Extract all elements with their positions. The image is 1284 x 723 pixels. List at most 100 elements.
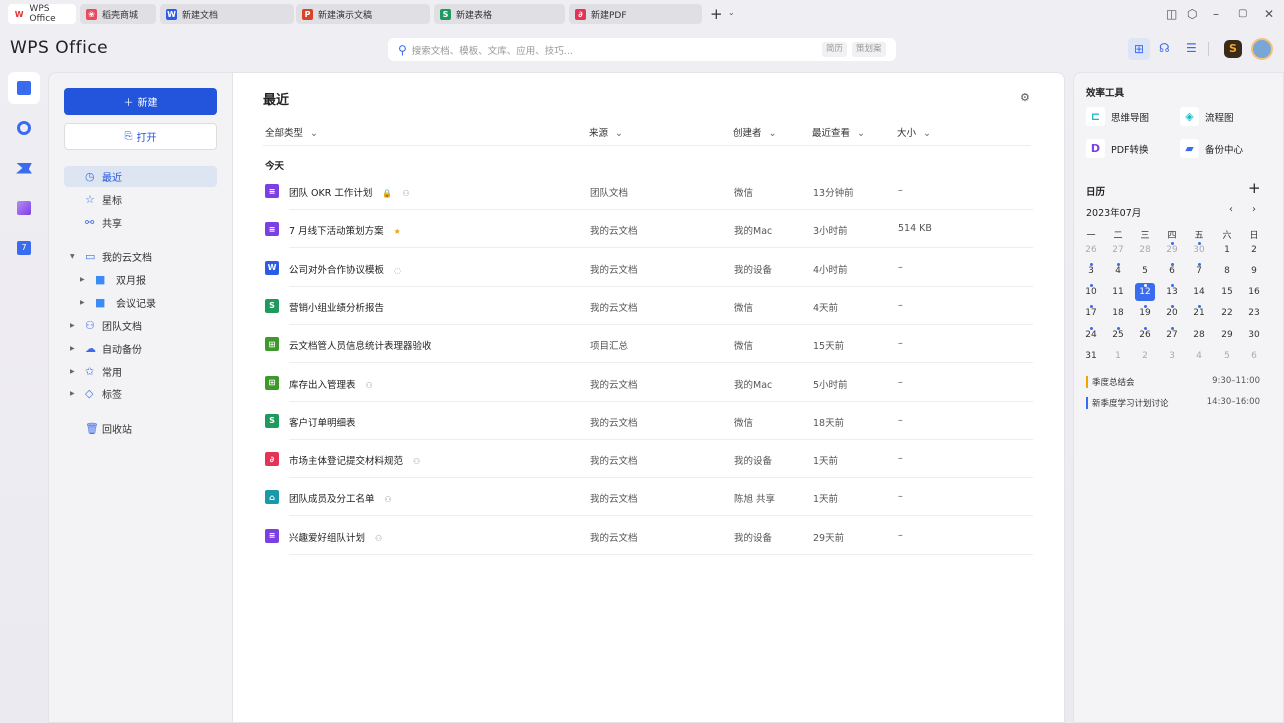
search-chip[interactable]: 策划案: [852, 42, 886, 57]
calendar-day[interactable]: 26: [1135, 330, 1155, 340]
rail-meeting-icon[interactable]: [8, 152, 40, 184]
collapse-arrow-icon[interactable]: ▼: [70, 253, 75, 260]
open-button[interactable]: ⎘ 打开: [64, 123, 217, 150]
rail-clock-icon[interactable]: [8, 112, 40, 144]
rail-documents-icon[interactable]: [8, 72, 40, 104]
calendar-day[interactable]: 2: [1135, 351, 1155, 361]
file-row[interactable]: ≡ 团队 OKR 工作计划 🔒 ⚇ 团队文档 微信 13分钟前 –: [263, 172, 1033, 210]
settings-gear-icon[interactable]: ⚙: [1020, 91, 1030, 104]
file-row[interactable]: ∂ 市场主体登记提交材料规范 ⚇ 我的云文档 我的设备 1天前 –: [263, 440, 1033, 479]
calendar-day[interactable]: 7: [1189, 266, 1209, 276]
sidebar-item[interactable]: ▶ ✩ 常用: [64, 361, 217, 382]
search-input[interactable]: ⚲ 搜索文档、模板、文库、应用、技巧... 简历 策划案: [388, 38, 896, 61]
sidebar-item[interactable]: ▶ ⚇ 团队文档: [64, 315, 217, 336]
sidebar-item[interactable]: ⚯ 共享: [64, 212, 217, 233]
maximize-button[interactable]: ▢: [1238, 8, 1247, 19]
search-chip[interactable]: 简历: [822, 42, 848, 57]
calendar-day[interactable]: 6: [1162, 266, 1182, 276]
file-row[interactable]: ⊞ 库存出入管理表 ⚇ 我的云文档 我的Mac 5小时前 –: [263, 364, 1033, 402]
calendar-day[interactable]: 22: [1217, 308, 1237, 318]
tab[interactable]: ∂ 新建PDF: [569, 4, 702, 24]
calendar-day[interactable]: 27: [1162, 330, 1182, 340]
column-header[interactable]: 全部类型 ⌄: [265, 125, 318, 139]
file-row[interactable]: ≡ 兴趣爱好组队计划 ⚇ 我的云文档 我的设备 29天前 –: [263, 517, 1033, 555]
tab[interactable]: W 新建文档: [160, 4, 294, 24]
avatar[interactable]: [1251, 38, 1273, 60]
tab[interactable]: P 新建演示文稿: [296, 4, 430, 24]
calendar-day[interactable]: 8: [1217, 266, 1237, 276]
calendar-day[interactable]: 4: [1189, 351, 1209, 361]
calendar-day[interactable]: 25: [1108, 330, 1128, 340]
calendar-day[interactable]: 2: [1244, 245, 1264, 255]
calendar-day[interactable]: 3: [1081, 266, 1101, 276]
calendar-day[interactable]: 26: [1081, 245, 1101, 255]
column-header[interactable]: 来源 ⌄: [589, 125, 623, 139]
file-row[interactable]: ≡ 7 月线下活动策划方案 ★ 我的云文档 我的Mac 3小时前 514 KB: [263, 210, 1033, 249]
add-event-button[interactable]: +: [1248, 179, 1261, 197]
calendar-day[interactable]: 31: [1081, 351, 1101, 361]
minimize-button[interactable]: –: [1213, 7, 1219, 21]
calendar-event[interactable]: 季度总结会 9:30–11:00: [1086, 376, 1260, 388]
sidebar-item[interactable]: ◷ 最近: [64, 166, 217, 187]
calendar-day[interactable]: 20: [1162, 308, 1182, 318]
headset-icon[interactable]: ☊: [1159, 41, 1170, 55]
sidebar-item[interactable]: 🗑 回收站: [64, 418, 217, 439]
calendar-day[interactable]: 1: [1217, 245, 1237, 255]
sidebar-item[interactable]: ▼ ▭ 我的云文档: [64, 246, 217, 267]
sidebar-item[interactable]: ▶ ☁ 自动备份: [64, 338, 217, 359]
expand-arrow-icon[interactable]: ▶: [70, 390, 75, 397]
calendar-day[interactable]: 6: [1244, 351, 1264, 361]
calendar-day[interactable]: 29: [1162, 245, 1182, 255]
calendar-day[interactable]: 5: [1135, 266, 1155, 276]
calendar-day[interactable]: 18: [1108, 308, 1128, 318]
calendar-day[interactable]: 24: [1081, 330, 1101, 340]
expand-arrow-icon[interactable]: ▶: [80, 276, 85, 283]
split-view-icon[interactable]: ◫: [1166, 7, 1177, 21]
tool-flowchart[interactable]: ◈ 流程图: [1180, 107, 1234, 126]
rail-calendar-icon[interactable]: 7: [8, 232, 40, 264]
expand-arrow-icon[interactable]: ▶: [70, 322, 75, 329]
sidebar-item[interactable]: ▶ ■ 会议记录: [64, 292, 217, 313]
expand-arrow-icon[interactable]: ▶: [70, 345, 75, 352]
sidebar-item[interactable]: ▶ ◇ 标签: [64, 383, 217, 404]
column-header[interactable]: 创建者 ⌄: [733, 125, 777, 139]
tab[interactable]: ❀ 稻壳商城: [80, 4, 156, 24]
calendar-day[interactable]: 28: [1135, 245, 1155, 255]
calendar-day[interactable]: 15: [1217, 287, 1237, 297]
file-row[interactable]: ⊞ 云文档管人员信息统计表理器验收 项目汇总 微信 15天前 –: [263, 325, 1033, 364]
tool-mindmap[interactable]: ⊏ 思维导图: [1086, 107, 1149, 126]
menu-icon[interactable]: ☰: [1186, 41, 1197, 55]
close-button[interactable]: ✕: [1264, 7, 1274, 21]
new-tab-button[interactable]: +: [710, 5, 723, 23]
tab-list-chevron-icon[interactable]: ⌄: [728, 8, 735, 17]
calendar-day[interactable]: 30: [1244, 330, 1264, 340]
membership-badge-icon[interactable]: S: [1224, 40, 1242, 58]
calendar-day[interactable]: 29: [1217, 330, 1237, 340]
tool-backup[interactable]: ▰ 备份中心: [1180, 139, 1243, 158]
calendar-day[interactable]: 17: [1081, 308, 1101, 318]
calendar-event[interactable]: 新季度学习计划讨论 14:30–16:00: [1086, 397, 1260, 409]
file-row[interactable]: S 营销小组业绩分析报告 我的云文档 微信 4天前 –: [263, 287, 1033, 325]
next-month-button[interactable]: ›: [1252, 204, 1256, 215]
sidebar-item[interactable]: ▶ ■ 双月报: [64, 269, 217, 290]
calendar-day[interactable]: 16: [1244, 287, 1264, 297]
calendar-day[interactable]: 19: [1135, 308, 1155, 318]
calendar-day[interactable]: 14: [1189, 287, 1209, 297]
apps-grid-icon[interactable]: ⊞: [1128, 38, 1150, 60]
expand-arrow-icon[interactable]: ▶: [70, 368, 75, 375]
calendar-day[interactable]: 3: [1162, 351, 1182, 361]
file-row[interactable]: ⌂ 团队成员及分工名单 ⚇ 我的云文档 陈旭 共享 1天前 –: [263, 478, 1033, 517]
calendar-day[interactable]: 5: [1217, 351, 1237, 361]
column-header[interactable]: 最近查看 ⌄: [812, 125, 865, 139]
new-button[interactable]: ＋新建: [64, 88, 217, 115]
tab[interactable]: S 新建表格: [434, 4, 565, 24]
calendar-day[interactable]: 1: [1108, 351, 1128, 361]
cube-icon[interactable]: ⬡: [1187, 7, 1197, 21]
calendar-day[interactable]: 28: [1189, 330, 1209, 340]
column-header[interactable]: 大小 ⌄: [897, 125, 931, 139]
expand-arrow-icon[interactable]: ▶: [80, 299, 85, 306]
tab[interactable]: W WPS Office: [8, 4, 76, 24]
file-row[interactable]: W 公司对外合作协议模板 ◌ 我的云文档 我的设备 4小时前 –: [263, 249, 1033, 287]
calendar-day[interactable]: 9: [1244, 266, 1264, 276]
rail-apps-icon[interactable]: [8, 192, 40, 224]
